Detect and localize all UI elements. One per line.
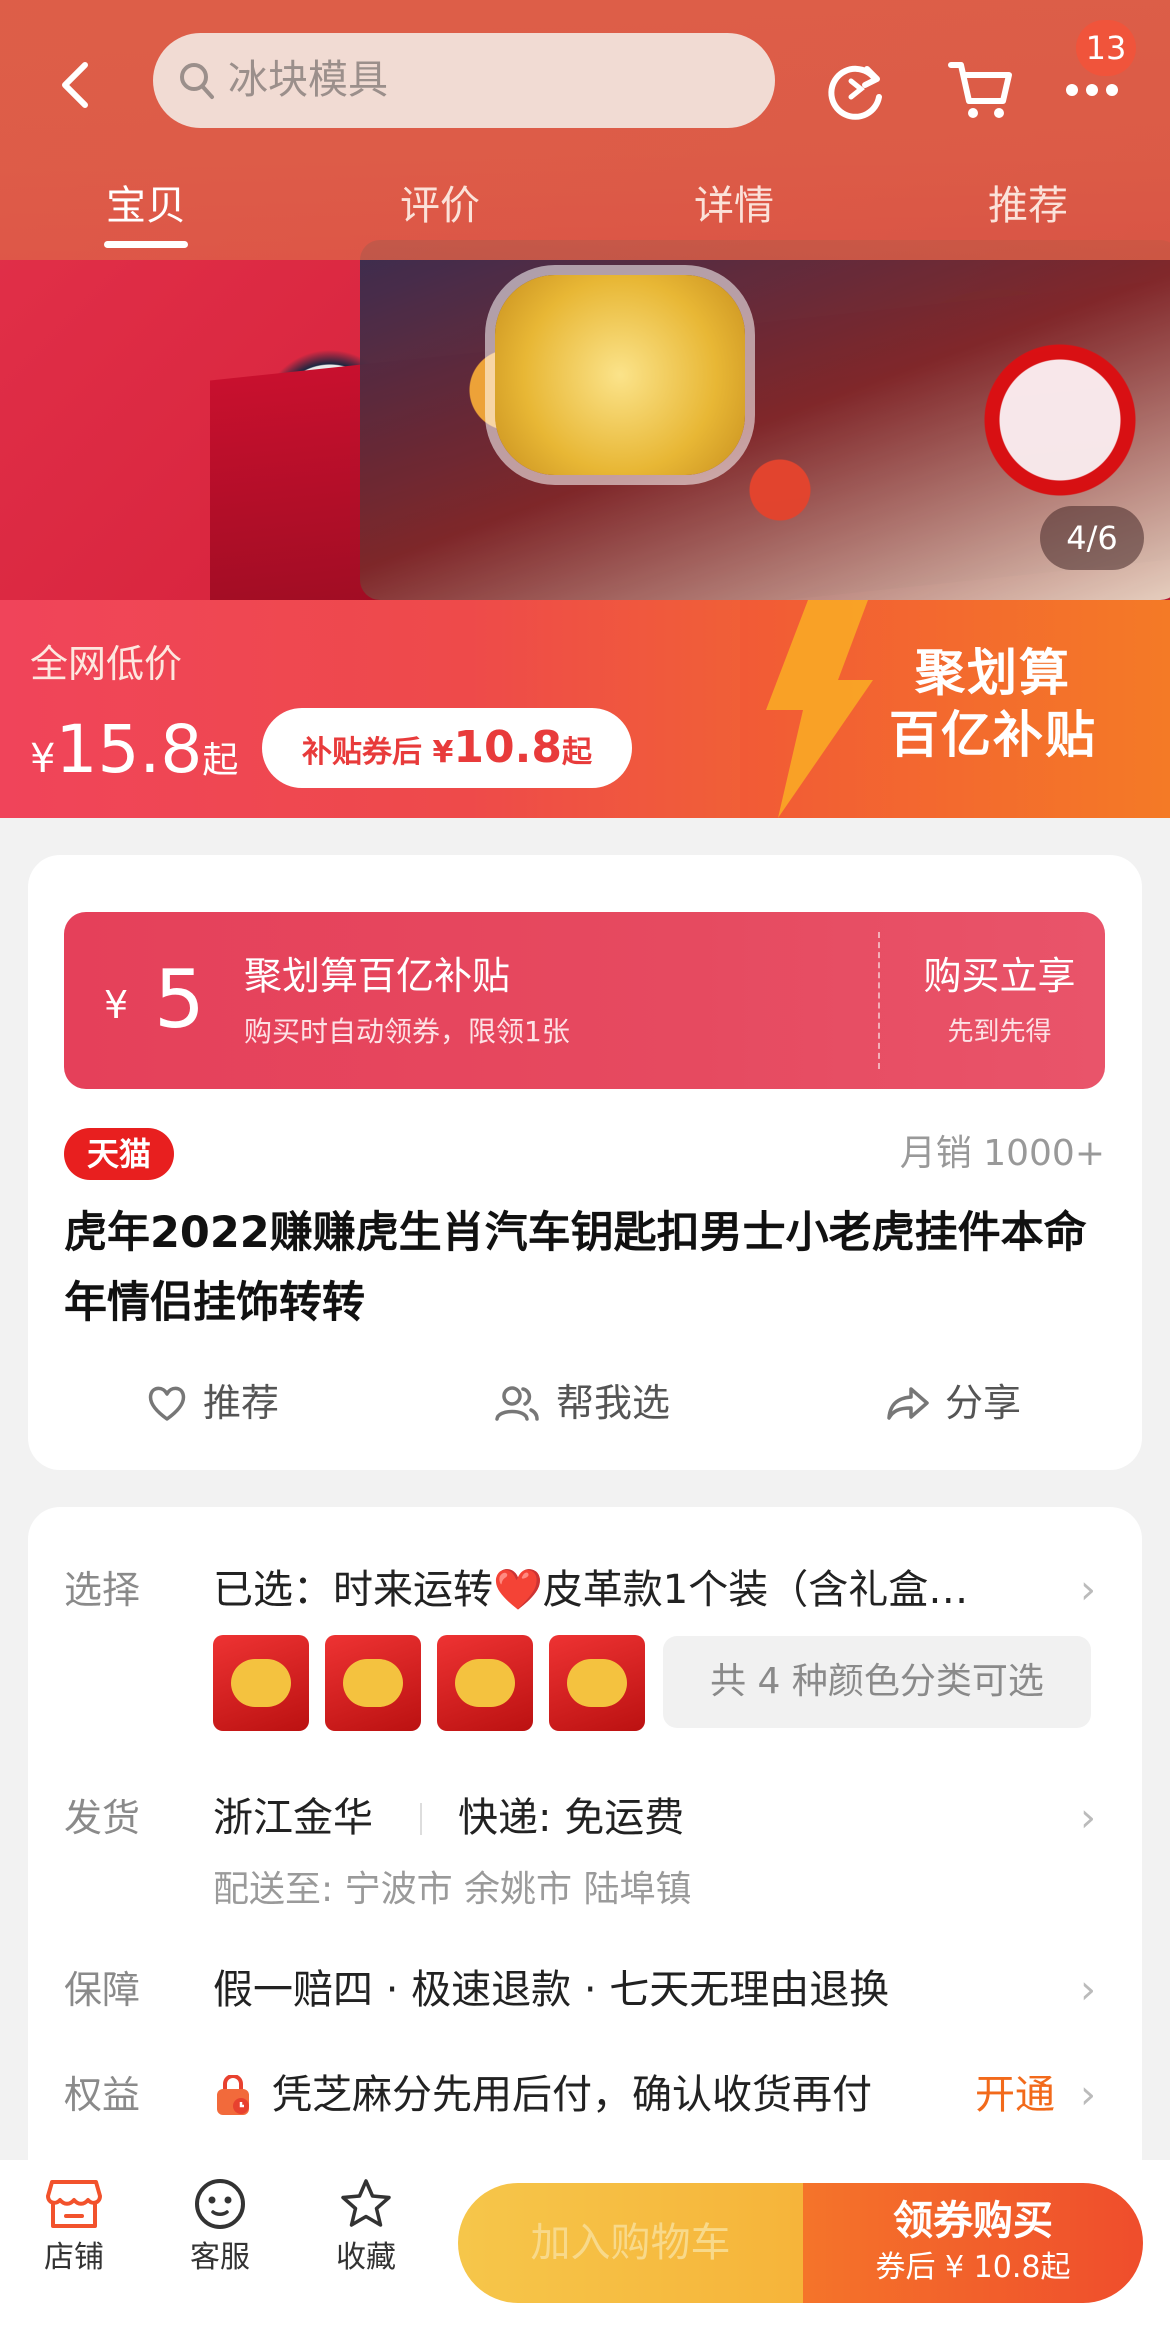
tmall-badge: 天猫 — [64, 1128, 174, 1180]
tab-details[interactable]: 详情 — [664, 178, 804, 234]
lock-bag-icon — [213, 2074, 253, 2118]
sku-thumbnail[interactable] — [437, 1635, 533, 1731]
tab-reviews[interactable]: 评价 — [370, 178, 510, 234]
shipping-origin: 浙江金华 — [213, 1795, 373, 1841]
subsidy-price-pill: 补贴券后 ¥10.8起 — [262, 708, 632, 788]
price-suffix: 起 — [202, 740, 239, 781]
more-icon[interactable] — [1062, 70, 1122, 110]
guarantee-label: 保障 — [64, 1968, 141, 2012]
cart-icon[interactable] — [940, 52, 1020, 128]
store-label: 店铺 — [44, 2240, 104, 2275]
subsidy-coupon[interactable]: ¥ 5 聚划算百亿补贴 购买时自动领券，限领1张 购买立享 先到先得 — [64, 912, 1105, 1089]
guarantee-value[interactable]: 假一赔四 · 极速退款 · 七天无理由退换 — [213, 1961, 889, 2019]
chevron-right-icon[interactable]: › — [1080, 1562, 1096, 1618]
deliver-to-address[interactable]: 配送至: 宁波市 余姚市 陆埠镇 — [213, 1862, 691, 1918]
monthly-sales: 月销 1000+ — [899, 1133, 1105, 1174]
coupon-amount: 5 — [154, 953, 205, 1046]
star-icon — [341, 2179, 391, 2227]
chevron-right-icon[interactable]: › — [1080, 1962, 1096, 2018]
favorite-button[interactable]: 收藏 — [306, 2176, 426, 2280]
tab-item[interactable]: 宝贝 — [76, 178, 216, 234]
customer-service-button[interactable]: 客服 — [160, 2176, 280, 2280]
pill-currency: ¥ — [432, 735, 454, 770]
heart-icon — [148, 1386, 186, 1421]
sku-thumbnail[interactable] — [325, 1635, 421, 1731]
sku-thumbnail[interactable] — [549, 1635, 645, 1731]
add-to-cart-button[interactable]: 加入购物车 — [458, 2183, 803, 2303]
coupon-title: 聚划算百亿补贴 — [244, 954, 511, 998]
active-tab-indicator — [104, 241, 188, 248]
coupon-action-sub: 先到先得 — [947, 1017, 1052, 1047]
chevron-right-icon[interactable]: › — [1080, 2067, 1096, 2123]
coupon-buy-button[interactable]: 领券购买 券后 ¥ 10.8起 — [803, 2183, 1143, 2303]
people-icon — [495, 1386, 539, 1421]
tab-recommend[interactable]: 推荐 — [958, 178, 1098, 234]
selected-option[interactable]: 已选：时来运转❤️皮革款1个装（含礼盒… — [213, 1561, 1043, 1619]
gold-pendant-graphic — [495, 275, 745, 475]
help-choose-button[interactable]: 帮我选 — [492, 1375, 670, 1431]
service-label: 客服 — [190, 2240, 250, 2275]
product-title: 虎年2022赚赚虎生肖汽车钥匙扣男士小老虎挂件本命年情侣挂饰转转 — [64, 1208, 1087, 1328]
coupon-currency: ¥ — [104, 983, 129, 1027]
chat-face-icon — [195, 2179, 245, 2229]
buy-sub-label: 券后 ¥ 10.8起 — [875, 2250, 1071, 2285]
help-choose-label: 帮我选 — [556, 1381, 671, 1425]
share-icon — [887, 1387, 929, 1420]
shipping-fee: 快递: 免运费 — [458, 1795, 685, 1841]
activate-link[interactable]: 开通 — [975, 2066, 1055, 2124]
currency-symbol: ¥ — [30, 736, 56, 782]
brand-line-1: 聚划算 — [915, 644, 1071, 702]
promo-price: ¥15.8起 — [30, 710, 238, 807]
message-count-badge: 13 — [1076, 20, 1136, 76]
share-label: 分享 — [945, 1381, 1022, 1425]
benefits-label: 权益 — [64, 2073, 141, 2117]
divider — [420, 1803, 422, 1835]
pill-suffix: 起 — [561, 735, 592, 770]
store-icon — [46, 2180, 102, 2228]
recommend-label: 推荐 — [203, 1381, 280, 1425]
sku-thumbnail[interactable] — [213, 1635, 309, 1731]
lowest-price-label: 全网低价 — [30, 642, 183, 686]
benefits-value: 凭芝麻分先用后付，确认收货再付 — [272, 2072, 872, 2118]
back-icon[interactable] — [45, 50, 105, 120]
favorite-label: 收藏 — [336, 2240, 396, 2275]
coupon-divider — [878, 932, 880, 1069]
juhuasuan-promo-banner[interactable]: 全网低价 ¥15.8起 补贴券后 ¥10.8起 聚划算 百亿补贴 — [0, 600, 1170, 818]
juhuasuan-logo: 聚划算 百亿补贴 — [848, 642, 1138, 766]
coupon-action[interactable]: 购买立享 — [894, 950, 1105, 1002]
coupon-description: 购买时自动领券，限领1张 — [244, 1015, 570, 1048]
search-icon — [175, 57, 219, 105]
pill-price: 10.8 — [453, 722, 562, 773]
pill-prefix: 补贴券后 — [302, 735, 423, 770]
search-placeholder: 冰块模具 — [228, 57, 388, 103]
chevron-right-icon[interactable]: › — [1080, 1790, 1096, 1846]
refresh-icon[interactable] — [818, 52, 894, 128]
color-options-summary[interactable]: 共 4 种颜色分类可选 — [663, 1636, 1091, 1728]
image-counter: 4/6 — [1040, 506, 1144, 570]
share-button[interactable]: 分享 — [885, 1375, 1021, 1431]
buy-label: 领券购买 — [893, 2198, 1053, 2244]
brand-line-2: 百亿补贴 — [889, 706, 1097, 764]
recommend-button[interactable]: 推荐 — [145, 1375, 279, 1431]
shipping-label: 发货 — [64, 1796, 141, 1840]
store-button[interactable]: 店铺 — [14, 2176, 134, 2280]
price-value: 15.8 — [55, 711, 203, 788]
select-label: 选择 — [64, 1568, 141, 1612]
